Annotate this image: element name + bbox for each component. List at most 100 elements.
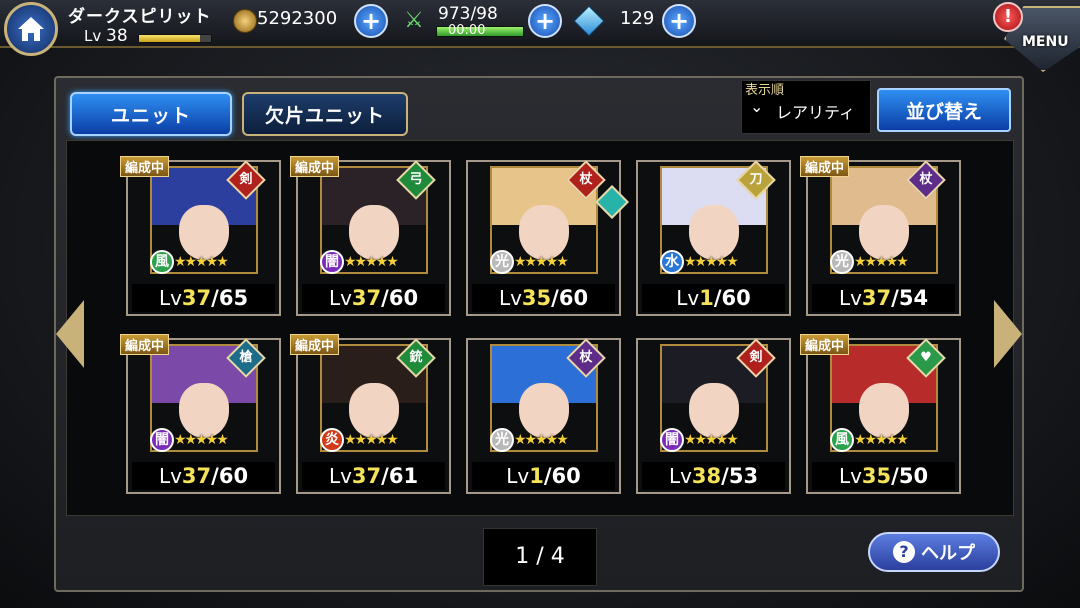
xp-bar (138, 34, 212, 43)
in-party-badge: 編成中 (120, 156, 170, 177)
unit-level-max: /53 (721, 464, 759, 488)
unit-level: Lv37/54 (812, 284, 955, 312)
help-button[interactable]: ? ヘルプ (868, 532, 1000, 572)
unit-card[interactable]: 編成中槍闇 ★★★★★ Lv37/60 (120, 334, 281, 494)
sort-order-value[interactable]: レアリティ (776, 99, 855, 123)
unit-face (349, 383, 399, 438)
unit-level: Lv35/50 (812, 462, 955, 490)
unit-level-current: 37 (351, 286, 382, 310)
unit-level-prefix: Lv (676, 286, 700, 310)
element-icon: 光 (830, 250, 854, 274)
unit-level-prefix: Lv (328, 464, 352, 488)
stamina-timer: 00:00 (448, 23, 486, 38)
unit-level-prefix: Lv (328, 286, 352, 310)
gem-amount: 129 (620, 8, 655, 29)
unit-level: Lv1/60 (642, 284, 785, 312)
sort-order-caption: 表示順 (745, 83, 785, 98)
unit-card[interactable]: 編成中弓闇 ★★★★★ Lv37/60 (290, 156, 451, 316)
add-gem-button[interactable]: + (662, 4, 696, 38)
unit-face (179, 383, 229, 438)
unit-level-current: 37 (861, 286, 892, 310)
unit-face (689, 383, 739, 438)
help-label: ヘルプ (921, 543, 975, 564)
gold-coin-icon (233, 9, 257, 33)
stamina-value: 973/98 (438, 4, 498, 24)
element-icon: 闇 (150, 428, 174, 452)
unit-face (519, 383, 569, 438)
element-icon: 光 (490, 250, 514, 274)
element-icon: 水 (660, 250, 684, 274)
unit-level-current: 37 (181, 286, 212, 310)
player-level-prefix: Lv (84, 27, 102, 45)
unit-level: Lv37/60 (132, 462, 275, 490)
unit-card[interactable]: 編成中 ♥ 風 ★★★★★ Lv35/50 (800, 334, 961, 494)
unit-level-max: /60 (381, 286, 419, 310)
page-indicator: 1 / 4 (483, 528, 597, 586)
player-level: Lv 38 (84, 26, 128, 46)
crossed-swords-icon: ⚔ (404, 8, 424, 33)
unit-card[interactable]: 編成中銃炎 ★★★★★ Lv37/61 (290, 334, 451, 494)
unit-face (859, 383, 909, 438)
unit-level-max: /60 (543, 464, 581, 488)
unit-level-current: 37 (181, 464, 212, 488)
unit-face (179, 205, 229, 260)
unit-level-current: 1 (529, 464, 544, 488)
unit-level-max: /50 (891, 464, 929, 488)
player-name: ダークスピリット (68, 7, 212, 27)
question-icon: ? (893, 541, 915, 563)
rarity-stars: ★★★★★ (174, 254, 229, 270)
rarity-stars: ★★★★★ (344, 254, 399, 270)
unit-card[interactable]: 編成中剣風 ★★★★★ Lv37/65 (120, 156, 281, 316)
menu-label[interactable]: MENU (1022, 34, 1069, 50)
unit-level: Lv37/61 (302, 462, 445, 490)
unit-level-current: 1 (699, 286, 714, 310)
unit-level-prefix: Lv (838, 286, 862, 310)
unit-card[interactable]: 刀水 ★★★★★ Lv1/60 (636, 160, 791, 316)
unit-level-prefix: Lv (498, 286, 522, 310)
element-icon: 風 (830, 428, 854, 452)
unit-level-max: /60 (551, 286, 589, 310)
unit-level-max: /65 (211, 286, 249, 310)
rarity-stars: ★★★★★ (344, 432, 399, 448)
unit-level: Lv35/60 (472, 284, 615, 312)
reorder-button[interactable]: 並び替え (877, 88, 1011, 132)
unit-level-prefix: Lv (158, 286, 182, 310)
unit-card[interactable]: 剣闇 ★★★★★ Lv38/53 (636, 338, 791, 494)
unit-level: Lv38/53 (642, 462, 785, 490)
unit-level-current: 37 (351, 464, 382, 488)
unit-card[interactable]: 杖光 ★★★★★ Lv1/60 (466, 338, 621, 494)
element-icon: 闇 (660, 428, 684, 452)
rarity-stars: ★★★★★ (854, 432, 909, 448)
tab-unit[interactable]: ユニット (70, 92, 232, 136)
unit-level-current: 35 (521, 286, 552, 310)
unit-card[interactable]: 編成中杖光 ★★★★★ Lv37/54 (800, 156, 961, 316)
player-level-value: 38 (106, 26, 128, 46)
unit-card[interactable]: 杖光 ★★★★★ Lv35/60 (466, 160, 629, 316)
element-icon: 光 (490, 428, 514, 452)
element-icon: 闇 (320, 250, 344, 274)
alert-icon[interactable]: ! (993, 2, 1023, 32)
unit-level-max: /61 (381, 464, 419, 488)
prev-page-arrow-icon[interactable] (56, 300, 84, 368)
unit-level-prefix: Lv (158, 464, 182, 488)
tab-fragment-unit[interactable]: 欠片ユニット (242, 92, 408, 136)
next-page-arrow-icon[interactable] (994, 300, 1022, 368)
in-party-badge: 編成中 (120, 334, 170, 355)
unit-face (349, 205, 399, 260)
in-party-badge: 編成中 (800, 334, 850, 355)
element-icon: 風 (150, 250, 174, 274)
rarity-stars: ★★★★★ (514, 432, 569, 448)
rarity-stars: ★★★★★ (174, 432, 229, 448)
add-stamina-button[interactable]: + (528, 4, 562, 38)
add-gold-button[interactable]: + (354, 4, 388, 38)
rarity-stars: ★★★★★ (514, 254, 569, 270)
unit-level: Lv37/65 (132, 284, 275, 312)
unit-level-current: 38 (691, 464, 722, 488)
unit-level-prefix: Lv (506, 464, 530, 488)
home-icon (18, 17, 44, 41)
gold-amount: 5292300 (257, 8, 338, 29)
home-button[interactable] (4, 2, 58, 56)
unit-level-prefix: Lv (668, 464, 692, 488)
in-party-badge: 編成中 (290, 156, 340, 177)
chevron-down-icon: ⌄ (750, 97, 764, 116)
